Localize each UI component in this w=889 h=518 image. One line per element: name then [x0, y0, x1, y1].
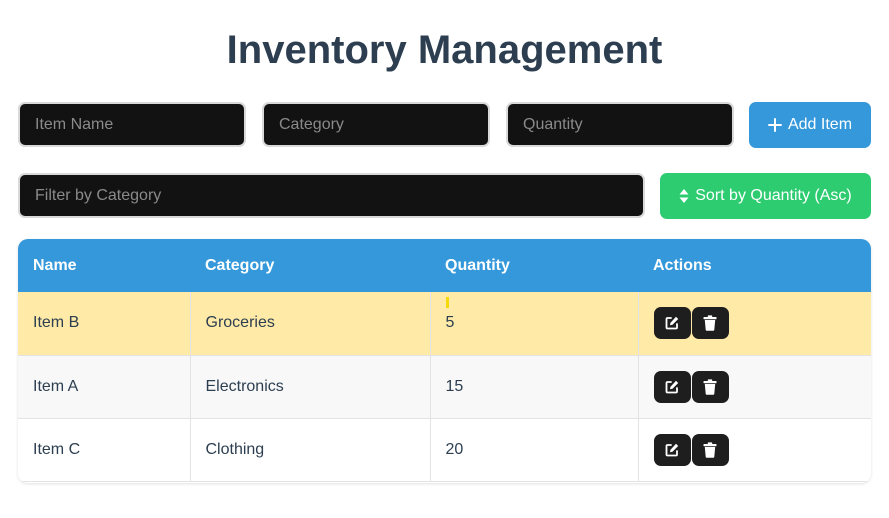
cell-name: Item B	[18, 292, 191, 356]
cell-quantity-wrap: 5	[430, 292, 639, 356]
cell-actions	[638, 292, 871, 356]
sort-icon	[679, 189, 689, 203]
trash-icon	[703, 378, 717, 395]
edit-button[interactable]	[653, 307, 691, 340]
edit-button[interactable]	[653, 433, 691, 466]
cell-name: Item A	[18, 355, 191, 419]
cell-actions	[638, 418, 871, 482]
header-actions: Actions	[638, 239, 871, 292]
low-stock-marker	[445, 297, 449, 308]
trash-icon	[703, 315, 717, 332]
item-name-input[interactable]	[18, 102, 246, 147]
add-item-label: Add Item	[787, 116, 853, 133]
delete-button[interactable]	[691, 433, 729, 466]
cell-actions	[638, 355, 871, 419]
cell-quantity: 5	[445, 314, 455, 332]
header-name[interactable]: Name	[18, 239, 190, 292]
filter-category-input[interactable]	[18, 173, 645, 218]
delete-button[interactable]	[691, 370, 729, 403]
edit-icon	[665, 380, 679, 393]
edit-button[interactable]	[653, 370, 691, 403]
page-title: Inventory Management	[226, 28, 663, 72]
sort-quantity-button[interactable]: Sort by Quantity (Asc)	[660, 173, 871, 219]
category-input[interactable]	[262, 102, 490, 147]
table-row: Item A Electronics 15	[18, 355, 871, 419]
sort-quantity-label: Sort by Quantity (Asc)	[695, 187, 852, 204]
table-row: Item C Clothing 20	[18, 418, 871, 482]
cell-quantity: 20	[430, 418, 639, 482]
table-header-row: Name Category Quantity Actions	[18, 239, 871, 292]
cell-category: Electronics	[190, 355, 431, 419]
delete-button[interactable]	[691, 307, 729, 340]
cell-name: Item C	[18, 418, 191, 482]
cell-category: Groceries	[190, 292, 431, 356]
cell-quantity: 15	[430, 355, 639, 419]
trash-icon	[703, 441, 717, 458]
header-quantity[interactable]: Quantity	[430, 239, 638, 292]
table-row: Item B Groceries 5	[18, 292, 871, 356]
quantity-input[interactable]	[506, 102, 734, 147]
header-category[interactable]: Category	[190, 239, 430, 292]
plus-icon	[767, 118, 782, 132]
cell-category: Clothing	[190, 418, 431, 482]
add-item-button[interactable]: Add Item	[749, 102, 871, 148]
edit-icon	[665, 443, 679, 456]
inventory-table: Name Category Quantity Actions Item B Gr…	[18, 239, 871, 483]
edit-icon	[665, 317, 679, 330]
